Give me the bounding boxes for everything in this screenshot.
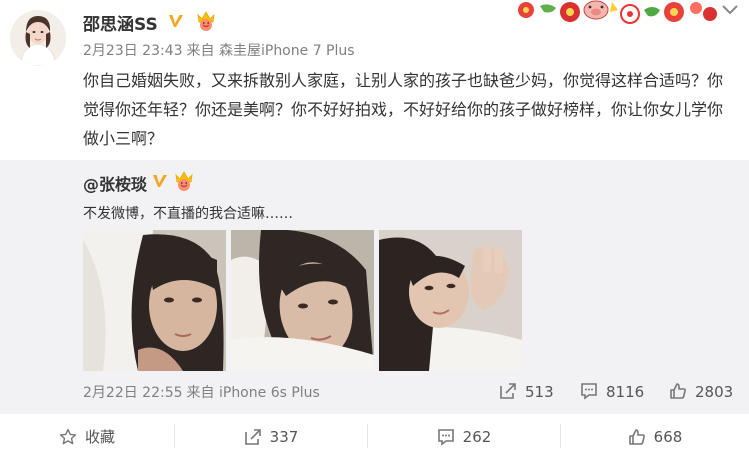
comment-button[interactable]: 262 — [368, 414, 560, 459]
star-icon — [59, 428, 77, 444]
repost-text: 不发微博，不直播的我合适嘛…… — [83, 206, 293, 222]
comment-icon — [581, 383, 597, 400]
chevron-down-icon[interactable] — [721, 4, 739, 16]
repost-photo[interactable] — [83, 230, 226, 371]
comment-icon — [437, 428, 454, 446]
v-verified-icon — [169, 15, 183, 27]
repost-author[interactable]: @张桉琰 — [83, 171, 147, 195]
share-icon — [500, 383, 516, 399]
repost-photo[interactable] — [379, 230, 522, 371]
like-icon — [628, 428, 645, 445]
author-name[interactable]: 邵思涵SS — [83, 10, 158, 35]
share-count: 337 — [269, 427, 299, 446]
avatar[interactable] — [10, 10, 66, 66]
vip-crown-icon[interactable] — [172, 170, 196, 192]
like-icon — [670, 383, 686, 399]
comment-count: 262 — [462, 427, 492, 446]
repost-comment-count: 8116 — [606, 383, 645, 401]
like-count: 668 — [653, 427, 683, 446]
repost-like-button[interactable]: 2803 — [669, 382, 733, 401]
repost-meta: 2月22日 22:55 来自 iPhone 6s Plus — [83, 382, 320, 402]
share-icon — [244, 428, 261, 445]
favorite-button[interactable]: 收藏 — [0, 414, 174, 459]
v-verified-icon — [153, 175, 167, 187]
repost-like-count: 2803 — [695, 383, 734, 401]
favorite-label: 收藏 — [84, 428, 115, 446]
repost-share-button[interactable]: 513 — [499, 382, 554, 401]
repost-share-count: 513 — [525, 383, 554, 401]
festive-decoration — [518, 0, 717, 24]
like-button[interactable]: 668 — [561, 414, 749, 459]
vip-crown-icon[interactable] — [194, 10, 218, 32]
post-meta: 2月23日 23:43 来自 森圭屋iPhone 7 Plus — [83, 40, 355, 60]
post-text: 你自己婚姻失败，又来拆散别人家庭，让别人家的孩子也缺爸少妈，你觉得这样合适吗？你… — [83, 71, 724, 148]
repost-date[interactable]: 2月22日 22:55 — [83, 385, 183, 401]
share-button[interactable]: 337 — [175, 414, 367, 459]
post-date[interactable]: 2月23日 23:43 — [83, 43, 183, 59]
repost-photo[interactable] — [231, 230, 374, 371]
repost-source[interactable]: 来自 iPhone 6s Plus — [187, 385, 320, 401]
repost-comment-button[interactable]: 8116 — [580, 382, 644, 401]
post-source[interactable]: 来自 森圭屋iPhone 7 Plus — [187, 43, 355, 59]
